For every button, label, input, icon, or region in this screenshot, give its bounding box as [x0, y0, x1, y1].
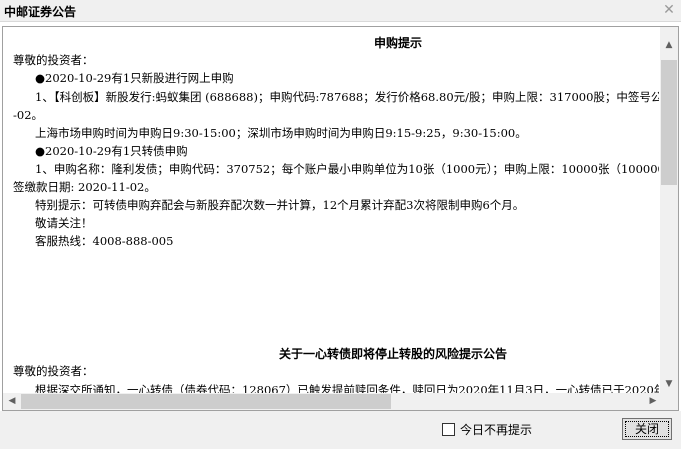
scroll-down-icon[interactable]: ▼ [660, 376, 678, 393]
notice-line: 尊敬的投资者： [13, 364, 94, 378]
notice-line: 特别提示：可转债申购弃配会与新股弃配次数一并计算，12个月累计弃配3次将限制申购… [35, 198, 525, 212]
notice-line: 签缴款日期: 2020-11-02。 [13, 180, 156, 194]
notice-heading: 申购提示 [374, 36, 423, 50]
scroll-left-icon[interactable]: ◀ [3, 393, 21, 410]
notice-line: 根据深交所通知，一心转债（债券代码：128067）已触发提前赎回条件，赎回日为2… [35, 383, 659, 393]
title-bar: 中邮证券公告 ✕ [0, 0, 681, 22]
notice-panel: 申购提示 尊敬的投资者： ●2020-10-29有1只新股进行网上申购 1、【科… [2, 26, 679, 411]
horizontal-scrollbar[interactable]: ◀ ▶ [3, 393, 662, 410]
scrollbar-corner [660, 393, 678, 410]
notice-line: ●2020-10-29有1只转债申购 [35, 144, 188, 158]
notice-heading: 关于一心转债即将停止转股的风险提示公告 [279, 347, 508, 361]
close-icon[interactable]: ✕ [661, 2, 677, 18]
notice-line: 1、【科创板】新股发行:蚂蚁集团 (688688)；申购代码:787688；发行… [35, 90, 659, 104]
dialog-footer: 今日不再提示 关闭 [0, 411, 681, 449]
horizontal-scroll-thumb[interactable] [21, 394, 391, 409]
notice-line: 1、申购名称：隆利发债；申购代码：370752；每个账户最小申购单位为10张（1… [35, 162, 659, 176]
notice-line: 敬请关注！ [35, 216, 93, 230]
notice-line: ●2020-10-29有1只新股进行网上申购 [35, 71, 234, 85]
dont-show-today-label: 今日不再提示 [460, 423, 533, 437]
notice-line: 上海市场申购时间为申购日9:30-15:00；深圳市场申购时间为申购日9:15-… [35, 126, 527, 140]
scroll-up-icon[interactable]: ▲ [660, 37, 678, 54]
notice-line: 尊敬的投资者： [13, 53, 94, 67]
close-button[interactable]: 关闭 [622, 418, 672, 440]
vertical-scroll-thumb[interactable] [661, 60, 677, 185]
notice-content: 申购提示 尊敬的投资者： ●2020-10-29有1只新股进行网上申购 1、【科… [3, 27, 659, 393]
focus-rect [625, 421, 669, 437]
notice-line: -02。 [13, 108, 44, 122]
window-title: 中邮证券公告 [4, 5, 77, 19]
vertical-scrollbar[interactable]: ▲ ▼ [660, 27, 678, 393]
dont-show-today-checkbox[interactable]: 今日不再提示 [442, 421, 532, 438]
checkbox-box[interactable] [442, 423, 455, 436]
notice-line: 客服热线：4008-888-005 [35, 234, 174, 248]
